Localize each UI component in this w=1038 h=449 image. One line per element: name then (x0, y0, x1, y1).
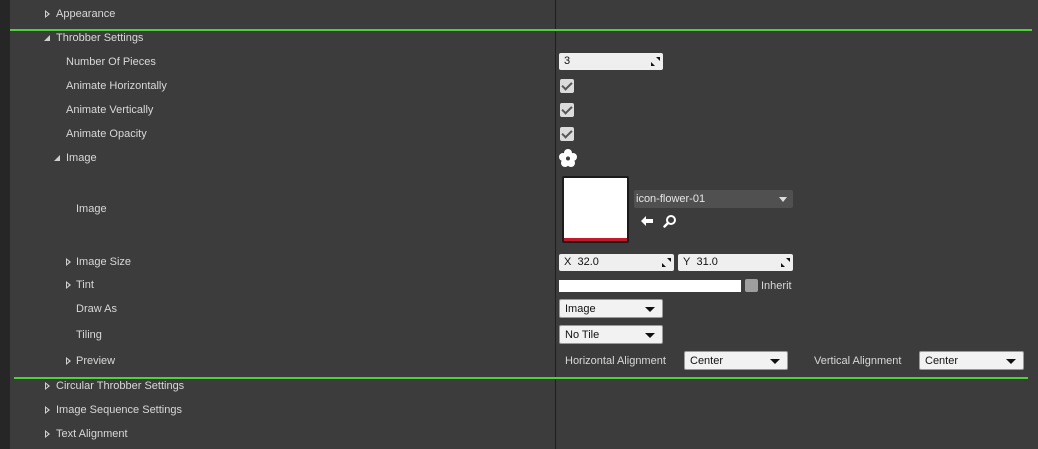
horizontal-alignment-dropdown[interactable]: Center (684, 351, 788, 370)
property-image: Image (10, 201, 1038, 219)
property-animate-opacity: Animate Opacity (10, 126, 1038, 144)
property-label: Tint (76, 279, 94, 291)
chevron-down-icon (779, 197, 787, 202)
animate-vertically-checkbox[interactable] (560, 103, 574, 117)
section-label: Appearance (56, 8, 116, 20)
y-label: Y (683, 256, 691, 268)
animate-horizontally-checkbox[interactable] (560, 79, 574, 93)
flower-icon (559, 149, 577, 167)
image-asset-picker[interactable]: icon-flower-01 (634, 190, 793, 208)
property-label: Image (76, 203, 107, 215)
expand-arrow-icon[interactable] (45, 406, 50, 414)
property-tiling: Tiling (10, 327, 1038, 345)
use-selected-arrow-icon[interactable] (640, 214, 654, 228)
collapse-arrow-icon[interactable] (54, 155, 60, 161)
section-appearance[interactable]: Appearance (10, 6, 1038, 22)
section-label: Text Alignment (56, 428, 128, 440)
chevron-down-icon (1006, 359, 1016, 364)
property-label: Animate Vertically (66, 104, 154, 116)
property-animate-vertically: Animate Vertically (10, 102, 1038, 120)
vertical-alignment-dropdown[interactable]: Center (919, 351, 1024, 370)
section-label: Image Sequence Settings (56, 404, 182, 416)
property-label: Draw As (76, 303, 117, 315)
image-thumbnail-frame[interactable] (562, 176, 629, 243)
section-text-alignment[interactable]: Text Alignment (10, 426, 1038, 442)
inherit-checkbox[interactable] (745, 279, 758, 292)
property-label: Number Of Pieces (66, 56, 156, 68)
x-label: X (564, 256, 572, 268)
expand-arrow-icon[interactable] (66, 357, 71, 365)
property-label: Image Size (76, 256, 132, 268)
property-number-of-pieces: Number Of Pieces (10, 54, 1038, 72)
inherit-label: Inherit (761, 280, 792, 292)
property-label: Image (66, 152, 97, 164)
drag-handle-icon[interactable] (651, 57, 660, 66)
property-image-size[interactable]: Image Size (10, 254, 1038, 272)
expand-arrow-icon[interactable] (66, 258, 71, 266)
property-label: Animate Opacity (66, 128, 147, 140)
y-value: 31.0 (696, 256, 718, 268)
drag-handle-icon[interactable] (662, 258, 671, 267)
chevron-down-icon (645, 307, 655, 312)
expand-arrow-icon[interactable] (45, 382, 50, 390)
drag-handle-icon[interactable] (781, 258, 790, 267)
number-of-pieces-input[interactable]: 3 (559, 53, 663, 70)
chevron-down-icon (645, 333, 655, 338)
section-throbber-settings[interactable]: Throbber Settings (10, 30, 1038, 46)
x-value: 32.0 (577, 256, 599, 268)
expand-arrow-icon[interactable] (45, 10, 50, 18)
horizontal-alignment-label: Horizontal Alignment (565, 355, 666, 367)
tint-color-swatch[interactable] (559, 280, 741, 292)
section-image-sequence-settings[interactable]: Image Sequence Settings (10, 402, 1038, 418)
property-group-image[interactable]: Image (10, 150, 1038, 168)
section-circular-throbber-settings[interactable]: Circular Throbber Settings (10, 378, 1038, 394)
image-size-y-input[interactable]: Y 31.0 (678, 254, 793, 271)
browse-search-icon[interactable] (663, 214, 677, 228)
section-label: Circular Throbber Settings (56, 380, 185, 392)
property-label: Tiling (76, 329, 102, 341)
collapse-arrow-icon[interactable] (44, 35, 50, 41)
property-draw-as: Draw As (10, 301, 1038, 319)
image-size-x-input[interactable]: X 32.0 (559, 254, 674, 271)
property-tint[interactable]: Tint (10, 277, 1038, 295)
image-thumbnail (564, 178, 627, 238)
property-label: Preview (76, 355, 116, 367)
property-animate-horizontally: Animate Horizontally (10, 78, 1038, 96)
animate-opacity-checkbox[interactable] (560, 127, 574, 141)
left-gutter (0, 0, 10, 449)
expand-arrow-icon[interactable] (45, 430, 50, 438)
section-label: Throbber Settings (56, 32, 144, 44)
expand-arrow-icon[interactable] (66, 281, 71, 289)
chevron-down-icon (770, 359, 780, 364)
property-label: Animate Horizontally (66, 80, 167, 92)
thumbnail-type-bar (564, 238, 627, 241)
vertical-alignment-label: Vertical Alignment (814, 355, 902, 367)
tiling-dropdown[interactable]: No Tile (559, 325, 663, 344)
draw-as-dropdown[interactable]: Image (559, 299, 663, 318)
